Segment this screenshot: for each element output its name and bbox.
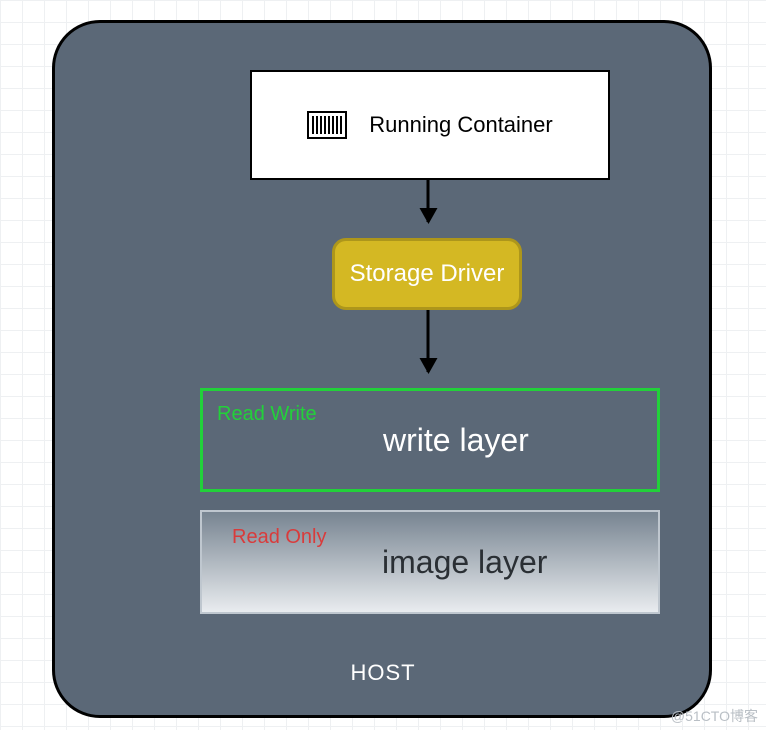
write-layer-label: write layer: [383, 422, 529, 459]
container-icon: [307, 111, 347, 139]
image-layer-tag: Read Only: [232, 526, 327, 549]
arrow-container-to-driver: [427, 180, 430, 222]
storage-driver-label: Storage Driver: [350, 260, 505, 288]
write-layer-tag: Read Write: [217, 403, 317, 426]
storage-driver-box: Storage Driver: [332, 238, 522, 310]
image-layer-box: Read Only image layer: [200, 510, 660, 614]
arrow-driver-to-layer: [427, 310, 430, 372]
running-container-box: Running Container: [250, 70, 610, 180]
write-layer-box: Read Write write layer: [200, 388, 660, 492]
running-container-label: Running Container: [369, 112, 552, 138]
host-label: HOST: [350, 660, 415, 686]
watermark: @51CTO博客: [671, 706, 758, 726]
image-layer-label: image layer: [382, 544, 547, 581]
